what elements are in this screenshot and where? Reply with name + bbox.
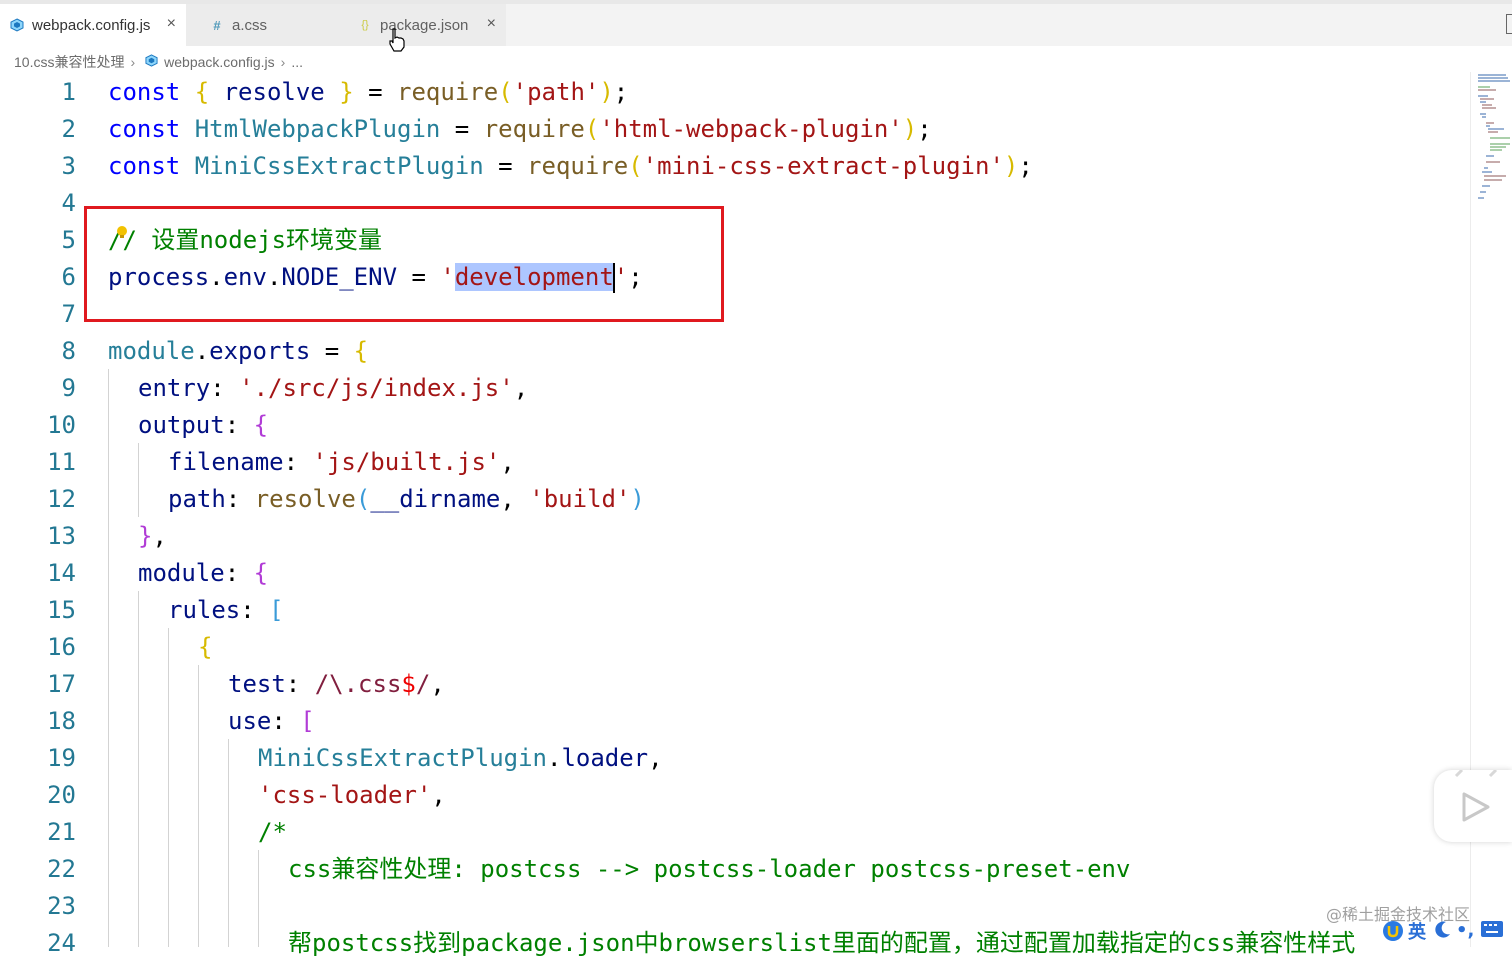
split-editor-icon[interactable] [1506, 14, 1512, 34]
line-number: 22 [47, 855, 76, 883]
close-tab-icon[interactable]: × [487, 15, 496, 33]
code-text: }, [138, 522, 167, 550]
code-line: 12 path: resolve(__dirname, 'build') [0, 481, 1470, 518]
line-number: 16 [47, 633, 76, 661]
code-line: 1 const { resolve } = require('path'); [0, 74, 1470, 111]
webpack-icon [145, 54, 158, 70]
moon-icon[interactable] [1434, 920, 1452, 944]
code-text: rules: [ [168, 596, 284, 624]
line-number: 14 [47, 559, 76, 587]
code-text: MiniCssExtractPlugin.loader, [258, 744, 663, 772]
line-number: 7 [61, 300, 76, 328]
code-text: { [198, 633, 213, 661]
code-text: const { resolve } = require('path'); [108, 78, 629, 106]
code-text: const HtmlWebpackPlugin = require('html-… [108, 115, 932, 143]
line-number: 10 [47, 411, 76, 439]
close-tab-icon[interactable]: × [167, 15, 176, 33]
punctuation-icon[interactable]: •, [1456, 920, 1474, 941]
code-text: entry: './src/js/index.js', [138, 374, 529, 402]
breadcrumb: 10.css兼容性处理 › webpack.config.js › ... [14, 52, 303, 72]
ime-logo-icon [1382, 920, 1404, 946]
highlight-box [84, 206, 724, 322]
line-number: 13 [47, 522, 76, 550]
code-text: module.exports = { [108, 337, 369, 365]
line-number: 23 [47, 892, 76, 920]
line-number: 12 [47, 485, 76, 513]
ime-toolbar[interactable]: 英 •, [1380, 916, 1512, 947]
code-text: output: { [138, 411, 269, 439]
line-number: 19 [47, 744, 76, 772]
line-number: 5 [61, 226, 76, 254]
minimap[interactable] [1476, 72, 1512, 212]
code-line: 18 use: [ [0, 703, 1470, 740]
code-comment: /* [258, 818, 287, 846]
hash-css-icon: # [213, 17, 221, 33]
chevron-right-icon: › [130, 54, 136, 70]
code-editor[interactable]: 1 const { resolve } = require('path'); 2… [0, 74, 1512, 957]
tab-webpack-config[interactable]: webpack.config.js × [0, 4, 186, 46]
code-text: 'css-loader', [258, 781, 446, 809]
code-text: test: /\.css$/, [228, 670, 445, 698]
breadcrumb-folder[interactable]: 10.css兼容性处理 [14, 52, 124, 72]
code-line: 22 css兼容性处理: postcss --> postcss-loader … [0, 851, 1470, 888]
line-number: 3 [61, 152, 76, 180]
tab-label: webpack.config.js [32, 16, 151, 34]
code-text: module: { [138, 559, 269, 587]
line-number: 24 [47, 929, 76, 957]
ime-language-label[interactable]: 英 [1408, 918, 1426, 944]
code-comment: css兼容性处理: postcss --> postcss-loader pos… [288, 855, 1131, 883]
tab-package-json[interactable]: {} package.json × [346, 4, 506, 46]
breadcrumb-file[interactable]: webpack.config.js [164, 54, 275, 70]
code-line: 10 output: { [0, 407, 1470, 444]
code-line: 11 filename: 'js/built.js', [0, 444, 1470, 481]
code-line: 3 const MiniCssExtractPlugin = require('… [0, 148, 1470, 185]
line-number: 11 [47, 448, 76, 476]
code-line: 16 { [0, 629, 1470, 666]
keyboard-icon[interactable] [1480, 920, 1504, 942]
hand-pointer-icon [388, 28, 406, 56]
video-play-button[interactable] [1434, 768, 1512, 842]
line-number: 2 [61, 115, 76, 143]
code-comment: 帮postcss找到package.json中browserslist里面的配置… [288, 929, 1356, 957]
code-text: filename: 'js/built.js', [168, 448, 515, 476]
line-number: 8 [61, 337, 76, 365]
line-number: 4 [61, 189, 76, 217]
line-number: 21 [47, 818, 76, 846]
code-line: 20 'css-loader', [0, 777, 1470, 814]
tab-label: a.css [232, 16, 268, 34]
code-line: 17 test: /\.css$/, [0, 666, 1470, 703]
code-line: 9 entry: './src/js/index.js', [0, 370, 1470, 407]
code-text: use: [ [228, 707, 315, 735]
editor-tab-bar: webpack.config.js × # a.css {} package.j… [0, 0, 1512, 46]
code-line: 13 }, [0, 518, 1470, 555]
code-line: 15 rules: [ [0, 592, 1470, 629]
tab-a-css[interactable]: # a.css [186, 4, 346, 46]
code-line: 19 MiniCssExtractPlugin.loader, [0, 740, 1470, 777]
breadcrumb-symbol[interactable]: ... [291, 54, 303, 70]
webpack-icon [10, 18, 24, 32]
line-number: 6 [61, 263, 76, 291]
code-line: 14 module: { [0, 555, 1470, 592]
code-text: const MiniCssExtractPlugin = require('mi… [108, 152, 1033, 180]
line-number: 15 [47, 596, 76, 624]
line-number: 20 [47, 781, 76, 809]
code-line: 23 [0, 888, 1470, 925]
line-number: 17 [47, 670, 76, 698]
line-number: 9 [61, 374, 76, 402]
code-line: 24 帮postcss找到package.json中browserslist里面… [0, 925, 1380, 962]
line-number: 1 [61, 78, 76, 106]
code-line: 21 /* [0, 814, 1470, 851]
line-number: 18 [47, 707, 76, 735]
chevron-right-icon: › [280, 54, 286, 70]
code-line: 8 module.exports = { [0, 333, 1470, 370]
code-text: path: resolve(__dirname, 'build') [168, 485, 645, 513]
json-braces-icon: {} [361, 19, 369, 31]
code-line: 2 const HtmlWebpackPlugin = require('htm… [0, 111, 1470, 148]
